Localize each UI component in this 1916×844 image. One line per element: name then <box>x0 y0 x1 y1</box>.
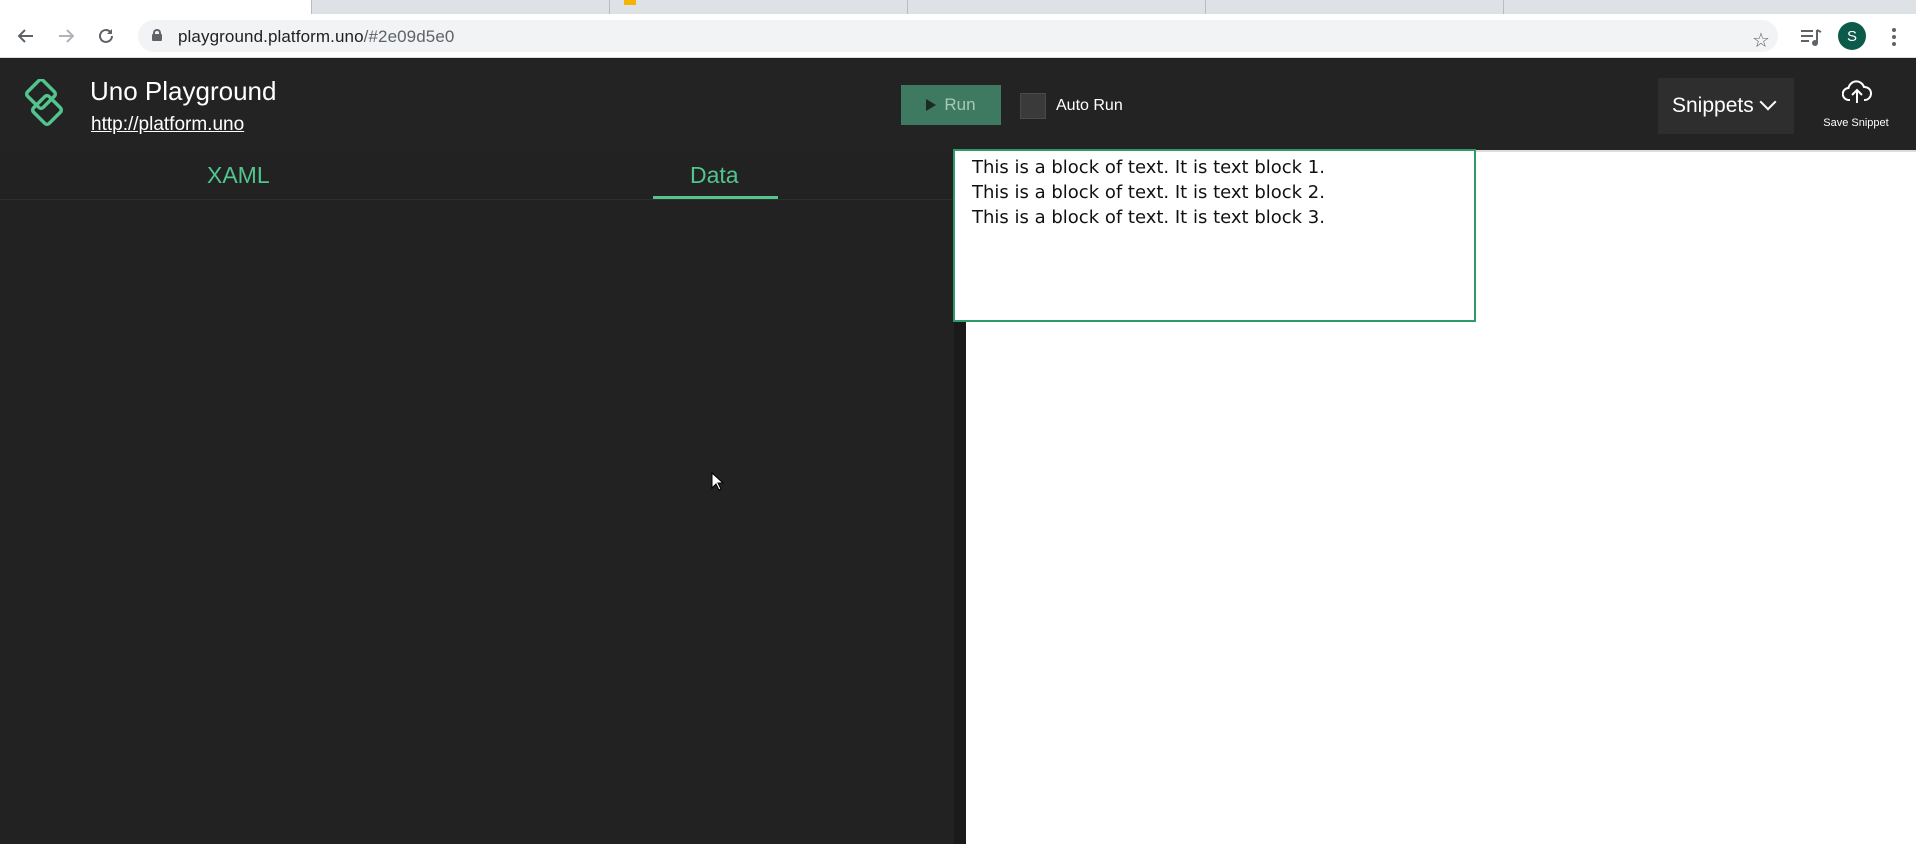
browser-tab[interactable] <box>312 0 610 14</box>
app-title: Uno Playground <box>90 76 277 106</box>
forward-button[interactable] <box>52 22 80 50</box>
auto-run-label: Auto Run <box>1056 97 1123 114</box>
snippets-dropdown[interactable]: Snippets <box>1658 78 1794 134</box>
tab-xaml[interactable]: XAML <box>207 162 270 189</box>
browser-tab[interactable] <box>908 0 1206 14</box>
tab-favicon-icon <box>624 0 636 5</box>
run-button[interactable]: Run <box>901 85 1001 125</box>
preview-selection-box: This is a block of text. It is text bloc… <box>953 149 1476 322</box>
text-block-1: This is a block of text. It is text bloc… <box>972 157 1325 178</box>
lock-icon <box>152 29 162 41</box>
forward-arrow-icon <box>59 29 75 43</box>
browser-toolbar: playground.platform.uno/#2e09d5e0 ☆ S <box>0 14 1916 58</box>
browser-tab-active[interactable] <box>0 0 312 14</box>
text-block-2: This is a block of text. It is text bloc… <box>972 182 1325 203</box>
back-button[interactable] <box>12 22 40 50</box>
browser-tab[interactable] <box>610 0 908 14</box>
back-arrow-icon <box>17 29 33 43</box>
reload-button[interactable] <box>92 22 120 50</box>
bookmark-star-icon[interactable]: ☆ <box>1752 28 1770 53</box>
cloud-upload-icon <box>1842 80 1872 103</box>
tab-data[interactable]: Data <box>690 162 739 189</box>
media-controls-icon[interactable] <box>1800 28 1822 48</box>
snippets-label: Snippets <box>1672 94 1754 117</box>
browser-menu-icon[interactable] <box>1884 26 1904 48</box>
auto-run-checkbox[interactable] <box>1020 93 1046 119</box>
platform-link[interactable]: http://platform.uno <box>91 114 244 136</box>
app-header: Uno Playground http://platform.uno Run A… <box>0 59 1916 152</box>
editor-tabs: XAML Data <box>0 152 954 200</box>
play-icon <box>926 99 937 111</box>
chevron-down-icon <box>1759 93 1777 111</box>
mouse-cursor-icon <box>711 472 725 491</box>
save-snippet-button[interactable]: Save Snippet <box>1818 77 1894 137</box>
editor-panel[interactable]: XAML Data <box>0 152 954 844</box>
browser-tab-strip <box>0 0 1916 14</box>
text-block-3: This is a block of text. It is text bloc… <box>972 207 1325 228</box>
selected-tab-indicator <box>653 196 778 199</box>
url-text: playground.platform.uno/#2e09d5e0 <box>178 27 455 46</box>
profile-avatar[interactable]: S <box>1838 22 1866 50</box>
reload-icon <box>99 28 113 43</box>
run-label: Run <box>944 95 976 114</box>
uno-logo-icon <box>24 79 64 127</box>
save-snippet-label: Save Snippet <box>1823 117 1889 129</box>
browser-tab[interactable] <box>1206 0 1504 14</box>
address-bar[interactable]: playground.platform.uno/#2e09d5e0 <box>138 20 1778 52</box>
